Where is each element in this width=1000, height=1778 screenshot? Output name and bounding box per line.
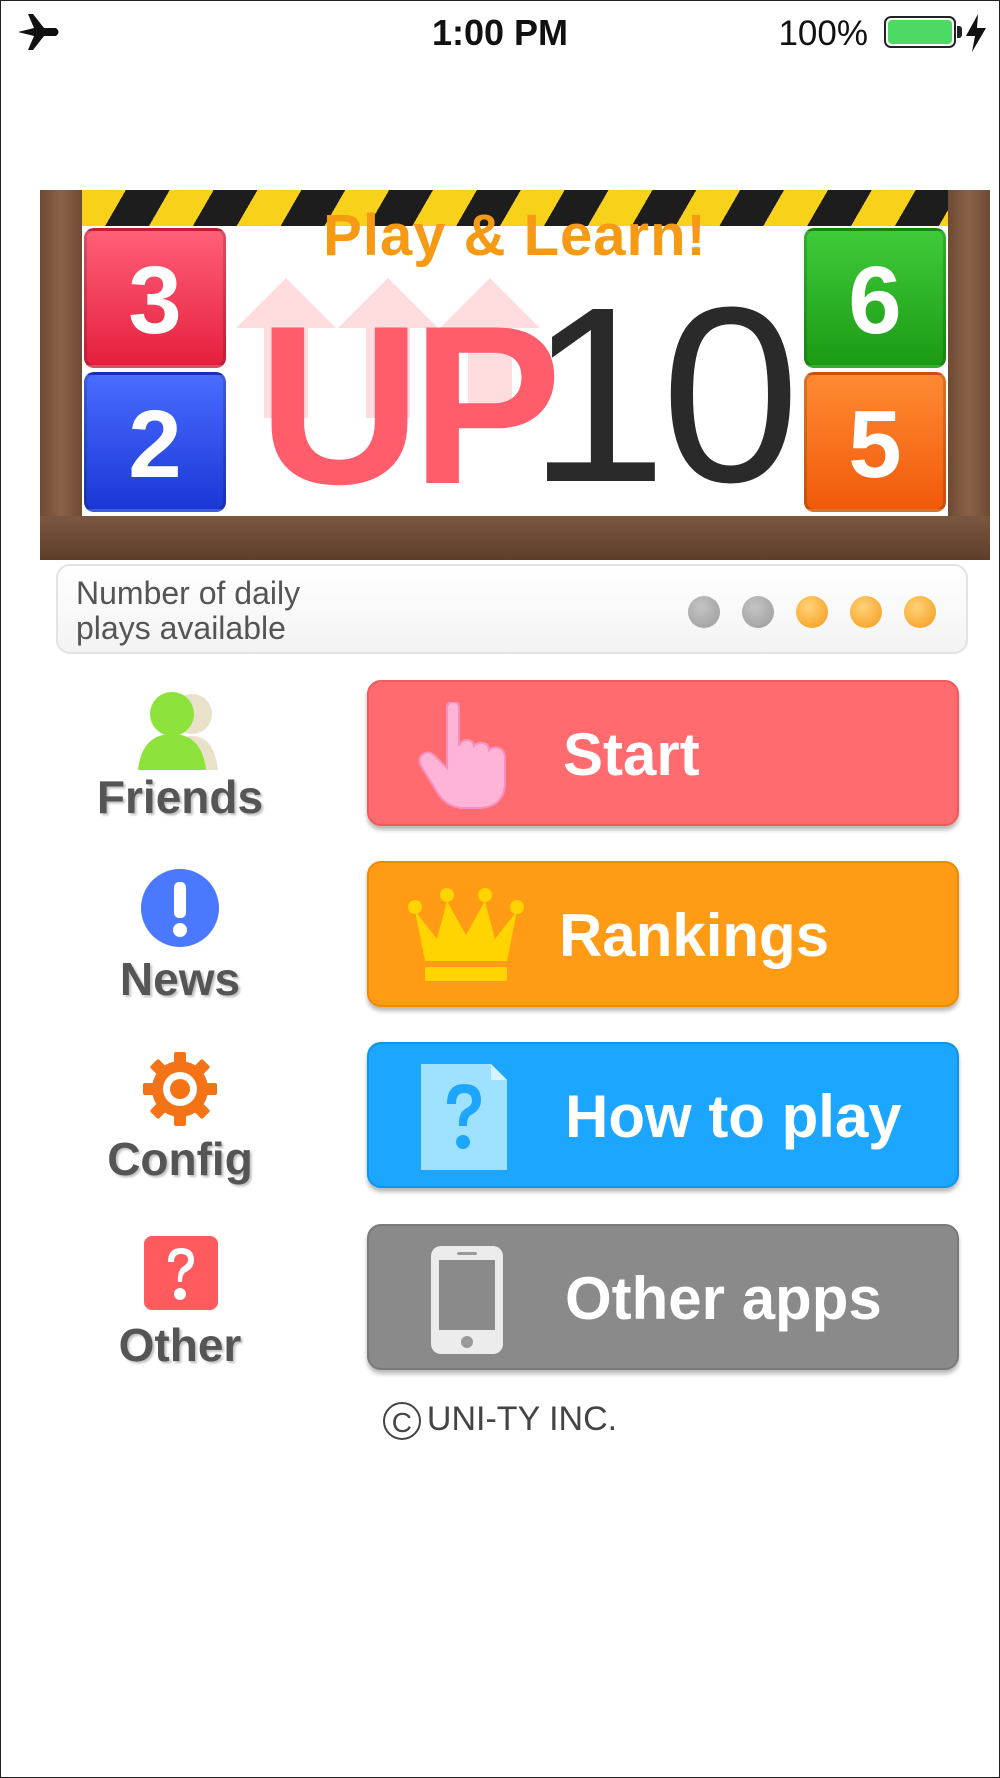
- banner-tagline: Play & Learn!: [323, 203, 707, 268]
- help-question-icon: [144, 1236, 218, 1310]
- other-apps-button[interactable]: Other apps: [367, 1224, 959, 1370]
- play-dot: [688, 596, 720, 628]
- start-button-label: Start: [563, 721, 700, 788]
- friends-menu-item[interactable]: Friends: [60, 686, 300, 826]
- pointing-hand-icon: [418, 702, 506, 809]
- config-menu-item[interactable]: Config: [60, 1048, 300, 1188]
- how-to-play-button[interactable]: How to play: [367, 1042, 959, 1188]
- play-dot: [850, 596, 882, 628]
- play-dot: [796, 596, 828, 628]
- friends-label: Friends: [96, 771, 264, 823]
- news-menu-item[interactable]: News: [60, 866, 300, 1006]
- title-banner: UP 10 3 2 6 5 Play & Learn!: [40, 190, 990, 560]
- news-alert-icon: [141, 869, 219, 947]
- logo-up-text: UP: [258, 278, 562, 531]
- crown-icon: [408, 888, 524, 981]
- config-label: Config: [107, 1133, 253, 1185]
- charging-bolt-icon: [966, 14, 986, 52]
- help-document-icon: [421, 1064, 507, 1170]
- copyright-text: UNI-TY INC.: [426, 1400, 618, 1438]
- battery-icon: [884, 16, 956, 48]
- other-menu-item[interactable]: Other: [60, 1234, 300, 1374]
- number-block-bottom-right: 5: [804, 372, 946, 512]
- play-dot: [742, 596, 774, 628]
- battery-percent: 100%: [778, 14, 868, 53]
- copyright-symbol: C: [382, 1402, 421, 1441]
- gear-icon: [143, 1052, 217, 1126]
- rankings-button-label: Rankings: [559, 902, 830, 969]
- smartphone-icon: [431, 1246, 503, 1354]
- how-to-play-button-label: How to play: [565, 1083, 902, 1150]
- friends-icon: [138, 692, 218, 770]
- other-label: Other: [118, 1319, 242, 1371]
- other-apps-button-label: Other apps: [565, 1265, 882, 1332]
- copyright-notice: C UNI-TY INC.: [0, 1400, 1000, 1441]
- logo-number-text: 10: [528, 255, 800, 534]
- number-block-bottom-left: 2: [84, 372, 226, 512]
- status-bar: 1:00 PM 100%: [0, 0, 1000, 66]
- daily-plays-label: Number of daily plays available: [76, 575, 301, 646]
- start-button[interactable]: Start: [367, 680, 959, 826]
- rankings-button[interactable]: Rankings: [367, 861, 959, 1007]
- news-label: News: [119, 953, 241, 1005]
- daily-plays-panel: Number of daily plays available: [56, 564, 968, 654]
- battery-nub: [957, 26, 962, 38]
- play-dot: [904, 596, 936, 628]
